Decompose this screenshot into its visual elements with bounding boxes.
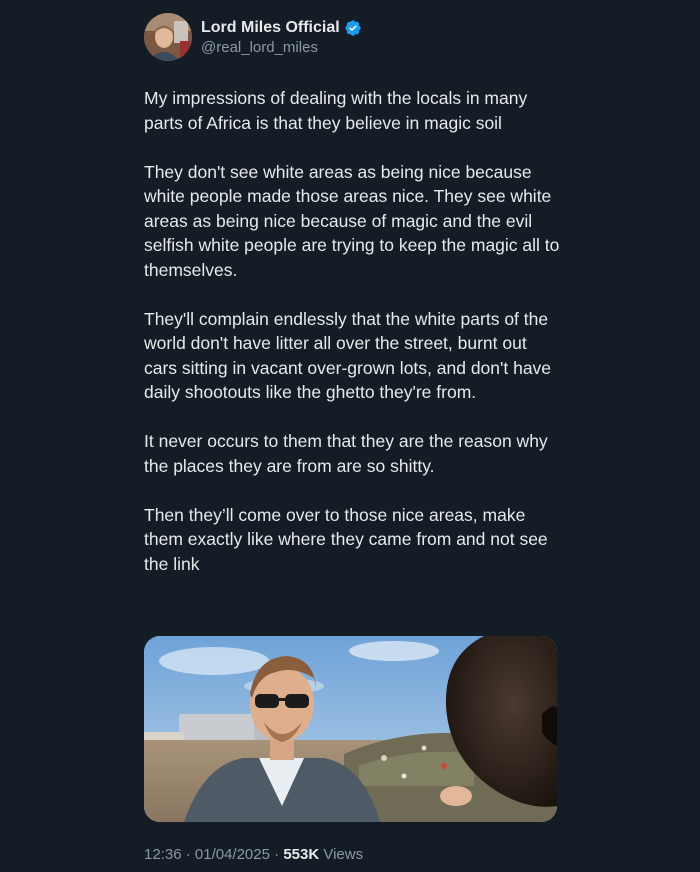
tweet-time[interactable]: 12:36 <box>144 846 182 863</box>
tweet-paragraph: Then they’ll come over to those nice are… <box>144 504 548 574</box>
meta-separator: · <box>274 846 280 863</box>
tweet-paragraph: They'll complain endlessly that the whit… <box>144 308 552 403</box>
avatar[interactable] <box>144 13 192 61</box>
views-label: Views <box>323 846 364 863</box>
tweet-header: Lord Miles Official @real_lord_miles <box>144 12 362 62</box>
author-handle[interactable]: @real_lord_miles <box>201 39 362 56</box>
author-names: Lord Miles Official @real_lord_miles <box>201 19 362 56</box>
views-count: 553K <box>283 846 320 863</box>
tweet-photo[interactable] <box>144 636 557 822</box>
verified-badge-icon <box>344 19 362 37</box>
tweet-body: My impressions of dealing with the local… <box>144 86 564 601</box>
tweet-paragraph: They don't see white areas as being nice… <box>144 161 560 280</box>
tweet-date[interactable]: 01/04/2025 <box>195 846 270 863</box>
author-display-name[interactable]: Lord Miles Official <box>201 19 340 37</box>
tweet-meta: 12:36 · 01/04/2025 · 553K Views <box>144 846 363 863</box>
meta-separator: · <box>185 846 191 863</box>
tweet-paragraph: It never occurs to them that they are th… <box>144 431 548 476</box>
tweet-paragraph: My impressions of dealing with the local… <box>144 88 528 133</box>
